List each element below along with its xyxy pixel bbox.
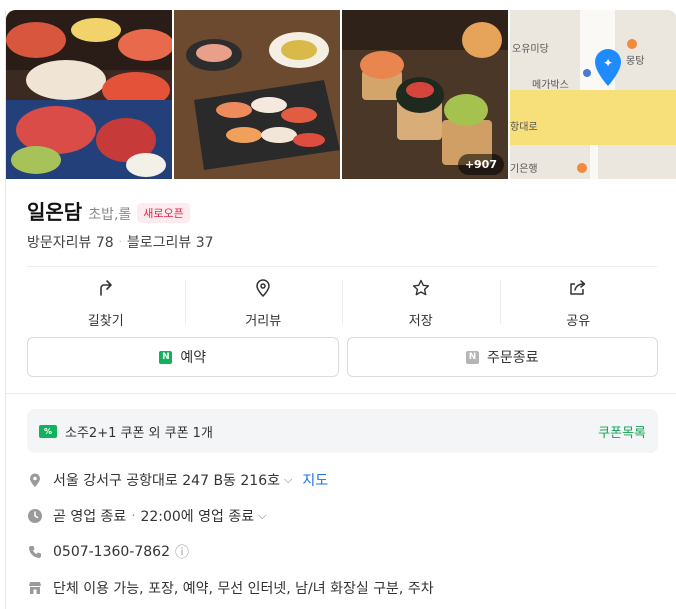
save-button[interactable]: 저장 <box>342 278 500 329</box>
naver-order-icon: N <box>465 350 479 364</box>
map-label-2: 몽탕 <box>626 55 644 67</box>
blog-review-link[interactable]: 블로그리뷰 37 <box>127 232 214 252</box>
phone-icon <box>27 544 43 560</box>
chevron-down-icon[interactable]: ⌵ <box>258 509 266 523</box>
place-category: 초밥,롤 <box>88 207 132 223</box>
directions-icon <box>96 278 116 302</box>
section-divider <box>6 393 676 394</box>
clock-icon <box>27 508 43 524</box>
share-button[interactable]: 공유 <box>499 278 658 329</box>
photo-3[interactable]: +907 <box>342 10 508 179</box>
save-label: 저장 <box>408 314 433 329</box>
amenities-text: 단체 이용 가능, 포장, 예약, 무선 인터넷, 남/녀 화장실 구분, 주차 <box>53 581 434 597</box>
place-name: 일온담 <box>27 200 83 224</box>
map-thumbnail[interactable]: ✦ 오유미당 몽탕 메가박스 항대로 기은행 <box>510 10 676 179</box>
address-row: 서울 강서구 공항대로 247 B동 216호 ⌵ 지도 <box>27 470 328 490</box>
review-row: 방문자리뷰 78 · 블로그리뷰 37 <box>27 232 214 252</box>
address-text: 서울 강서구 공항대로 247 B동 216호 <box>53 473 280 489</box>
share-icon <box>568 278 588 302</box>
place-card: +907 ✦ 오유미당 몽탕 메가박스 항대로 기은행 일온담 초밥,롤 새로오… <box>5 10 676 609</box>
more-photos-badge[interactable]: +907 <box>457 154 504 175</box>
coupon-banner[interactable]: % 소주2+1 쿠폰 외 쿠폰 1개 쿠폰목록 <box>27 409 658 453</box>
hours-separator: · <box>131 508 136 524</box>
reserve-label: 예약 <box>180 350 207 366</box>
street-view-label: 거리뷰 <box>245 314 282 329</box>
new-open-badge: 새로오픈 <box>137 203 190 223</box>
map-label-1: 오유미당 <box>512 43 549 55</box>
photo-2[interactable] <box>174 10 340 179</box>
directions-button[interactable]: 길찾기 <box>27 278 185 329</box>
phone-number[interactable]: 0507-1360-7862 <box>53 544 170 560</box>
info-icon[interactable]: ⓘ <box>175 542 189 562</box>
store-icon <box>27 580 43 596</box>
coupon-list-link[interactable]: 쿠폰목록 <box>598 422 646 441</box>
review-separator: · <box>118 236 122 248</box>
svg-text:✦: ✦ <box>603 56 613 70</box>
hours-status: 곧 영업 종료 <box>53 509 127 525</box>
hours-detail: 22:00에 영업 종료 <box>140 509 255 525</box>
directions-label: 길찾기 <box>87 314 124 329</box>
order-button[interactable]: N 주문종료 <box>346 337 658 377</box>
visitor-review-link[interactable]: 방문자리뷰 78 <box>27 232 114 252</box>
booking-row: N 예약 N 주문종료 <box>27 337 658 377</box>
amenities-row: 단체 이용 가능, 포장, 예약, 무선 인터넷, 남/녀 화장실 구분, 주차 <box>27 578 434 598</box>
reserve-button[interactable]: N 예약 <box>27 337 339 377</box>
map-label-4: 항대로 <box>510 121 538 133</box>
location-pin-icon <box>253 278 273 302</box>
map-label-5: 기은행 <box>510 163 538 175</box>
share-label: 공유 <box>566 314 591 329</box>
chevron-down-icon[interactable]: ⌵ <box>284 473 292 487</box>
photo-1[interactable] <box>6 10 172 179</box>
location-icon <box>27 472 43 488</box>
coupon-icon: % <box>39 424 57 438</box>
photo-strip: +907 ✦ 오유미당 몽탕 메가박스 항대로 기은행 <box>6 10 676 179</box>
divider <box>27 266 657 267</box>
map-label-3: 메가박스 <box>532 79 569 91</box>
map-link[interactable]: 지도 <box>302 470 328 490</box>
hours-row[interactable]: 곧 영업 종료 · 22:00에 영업 종료 ⌵ <box>27 506 266 526</box>
phone-row: 0507-1360-7862 ⓘ <box>27 542 189 562</box>
naver-booking-icon: N <box>159 350 173 364</box>
street-view-button[interactable]: 거리뷰 <box>184 278 343 329</box>
star-icon <box>411 278 431 302</box>
coupon-text: 소주2+1 쿠폰 외 쿠폰 1개 <box>65 425 213 441</box>
order-label: 주문종료 <box>486 350 539 366</box>
title-row: 일온담 초밥,롤 새로오픈 <box>27 196 190 225</box>
action-bar: 길찾기 거리뷰 저장 공유 <box>27 278 658 329</box>
